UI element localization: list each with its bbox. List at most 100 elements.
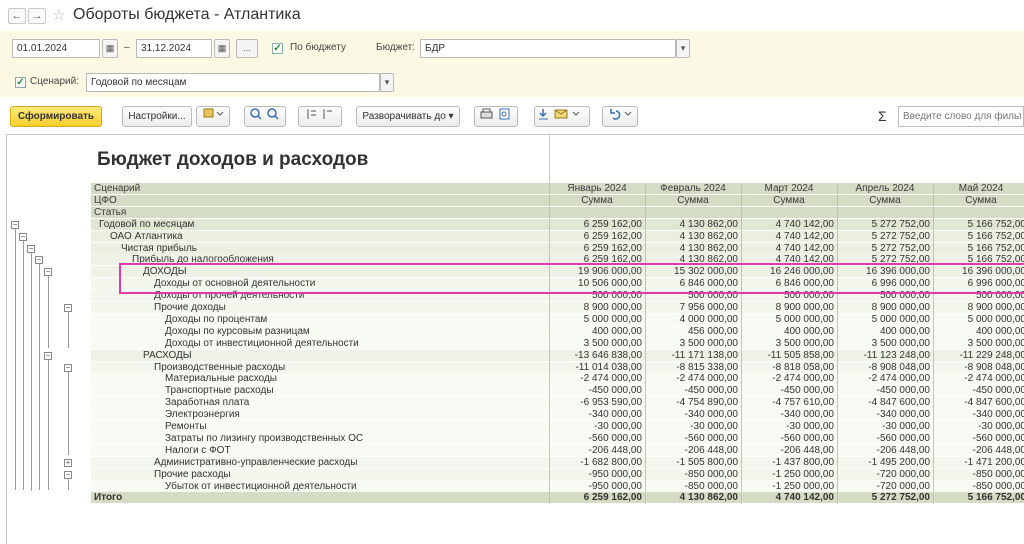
row-value: -1 471 200,00 xyxy=(933,456,1024,468)
date-from-calendar-button[interactable]: ▦ xyxy=(102,39,118,58)
sum-sigma-icon[interactable]: Σ xyxy=(878,108,887,124)
row-value: -2 474 000,00 xyxy=(741,373,837,385)
row-value: -340 000,00 xyxy=(837,409,933,421)
scenario-label: Сценарий: xyxy=(30,76,79,87)
row-value: 8 900 000,00 xyxy=(837,302,933,313)
row-value: -8 818 058,00 xyxy=(741,361,837,373)
row-label: Доходы от инвестиционной деятельности xyxy=(91,337,549,349)
print-buttons[interactable] xyxy=(474,106,518,127)
header-cell: Январь 2024 xyxy=(549,183,645,194)
collapse-toggle-icon[interactable]: − xyxy=(44,351,52,360)
save-send-buttons[interactable] xyxy=(534,106,590,127)
scenario-checkbox[interactable]: ✓ xyxy=(15,77,26,88)
row-value: 6 259 162,00 xyxy=(549,230,645,242)
group-level-buttons[interactable] xyxy=(298,106,342,127)
scenario-dropdown-button[interactable]: ▾ xyxy=(380,73,394,92)
date-to-calendar-button[interactable]: ▦ xyxy=(214,39,230,58)
header-cell xyxy=(741,206,837,218)
by-budget-checkbox[interactable]: ✓ xyxy=(272,43,283,54)
collapse-toggle-icon[interactable]: − xyxy=(19,232,27,241)
row-value: -2 474 000,00 xyxy=(933,373,1024,385)
date-from-input[interactable]: 01.01.2024 xyxy=(12,39,100,58)
row-value: -206 448,00 xyxy=(645,444,741,456)
header-cell: Сумма xyxy=(741,194,837,206)
row-value: 5 000 000,00 xyxy=(933,313,1024,325)
row-value: 3 500 000,00 xyxy=(549,337,645,349)
row-value: -720 000,00 xyxy=(837,480,933,492)
forward-button[interactable]: → xyxy=(28,8,46,24)
row-value: -11 229 248,00 xyxy=(933,349,1024,361)
row-value: -30 000,00 xyxy=(645,421,741,432)
back-arrow-icon: ← xyxy=(11,10,23,22)
header-cell: Февраль 2024 xyxy=(645,183,741,194)
row-value: -560 000,00 xyxy=(741,432,837,444)
row-label: Административно-управленческие расходы xyxy=(91,456,549,468)
date-to-input[interactable]: 31.12.2024 xyxy=(136,39,212,58)
row-value: -450 000,00 xyxy=(549,385,645,397)
collapse-toggle-icon[interactable]: − xyxy=(35,256,43,265)
tree-guide-line xyxy=(23,240,24,491)
row-value: -8 908 048,00 xyxy=(837,361,933,373)
row-value: -206 448,00 xyxy=(549,444,645,456)
row-value: 8 900 000,00 xyxy=(549,302,645,313)
row-value: 6 259 162,00 xyxy=(549,218,645,230)
tree-guide-line xyxy=(48,359,49,491)
report-toolbar: Сформировать Настройки... Разворачивать … xyxy=(0,100,1024,132)
row-value: 7 956 000,00 xyxy=(645,302,741,313)
row-value: -560 000,00 xyxy=(549,432,645,444)
column-separator xyxy=(549,183,550,505)
budget-dropdown-button[interactable]: ▾ xyxy=(676,39,690,58)
parameters-panel: 01.01.2024 ▦ – 31.12.2024 ▦ ... ✓ По бюд… xyxy=(0,31,1024,97)
chevron-down-icon: ▾ xyxy=(448,111,454,122)
variants-button[interactable] xyxy=(196,106,230,127)
scenario-input[interactable]: Годовой по месяцам xyxy=(86,73,380,92)
row-value: 4 740 142,00 xyxy=(741,230,837,242)
row-value: 400 000,00 xyxy=(741,325,837,337)
collapse-toggle-icon[interactable]: − xyxy=(64,470,72,479)
row-value: 5 000 000,00 xyxy=(549,313,645,325)
row-value: -450 000,00 xyxy=(933,385,1024,397)
check-icon: ✓ xyxy=(273,43,282,54)
row-value: 5 272 752,00 xyxy=(837,218,933,230)
total-value: 4 130 862,00 xyxy=(645,492,741,504)
print-icon xyxy=(480,108,510,120)
row-value: 5 000 000,00 xyxy=(741,313,837,325)
back-button[interactable]: ← xyxy=(8,8,26,24)
settings-button[interactable]: Настройки... xyxy=(122,106,192,127)
row-label: ОАО Атлантика xyxy=(91,230,549,242)
date-range-dash: – xyxy=(124,42,130,53)
more-actions-button[interactable] xyxy=(602,106,638,127)
row-value: -8 908 048,00 xyxy=(933,361,1024,373)
collapse-toggle-icon[interactable]: − xyxy=(64,304,72,312)
row-label: Убыток от инвестиционной деятельности xyxy=(91,480,549,492)
row-value: -850 000,00 xyxy=(933,468,1024,480)
total-label: Итого xyxy=(91,492,549,504)
filter-search-input[interactable] xyxy=(898,106,1024,127)
row-value: -340 000,00 xyxy=(549,409,645,421)
collapse-toggle-icon[interactable]: − xyxy=(27,244,35,253)
favorite-star-icon[interactable]: ☆ xyxy=(52,6,65,24)
by-budget-label: По бюджету xyxy=(290,42,346,53)
tree-guide-line xyxy=(68,312,69,348)
collapse-toggle-icon[interactable]: − xyxy=(44,268,52,277)
budget-label: Бюджет: xyxy=(376,42,415,53)
column-separator xyxy=(645,183,646,505)
row-value: 8 900 000,00 xyxy=(933,302,1024,313)
collapse-toggle-icon[interactable]: − xyxy=(64,363,72,372)
collapse-toggle-icon[interactable]: − xyxy=(11,220,19,229)
search-buttons[interactable] xyxy=(244,106,286,127)
budget-input[interactable]: БДР xyxy=(420,39,676,58)
generate-button[interactable]: Сформировать xyxy=(10,106,102,127)
row-value: 5 000 000,00 xyxy=(837,313,933,325)
period-select-button[interactable]: ... xyxy=(236,39,258,58)
row-value: -850 000,00 xyxy=(933,480,1024,492)
total-value: 6 259 162,00 xyxy=(549,492,645,504)
expand-toggle-icon[interactable]: + xyxy=(64,458,72,467)
row-value: -30 000,00 xyxy=(837,421,933,432)
row-value: -1 250 000,00 xyxy=(741,480,837,492)
row-value: -1 437 800,00 xyxy=(741,456,837,468)
total-value: 5 166 752,00 xyxy=(933,492,1024,504)
expand-to-button[interactable]: Разворачивать до ▾ xyxy=(356,106,460,127)
row-value: -206 448,00 xyxy=(933,444,1024,456)
row-value: -206 448,00 xyxy=(837,444,933,456)
